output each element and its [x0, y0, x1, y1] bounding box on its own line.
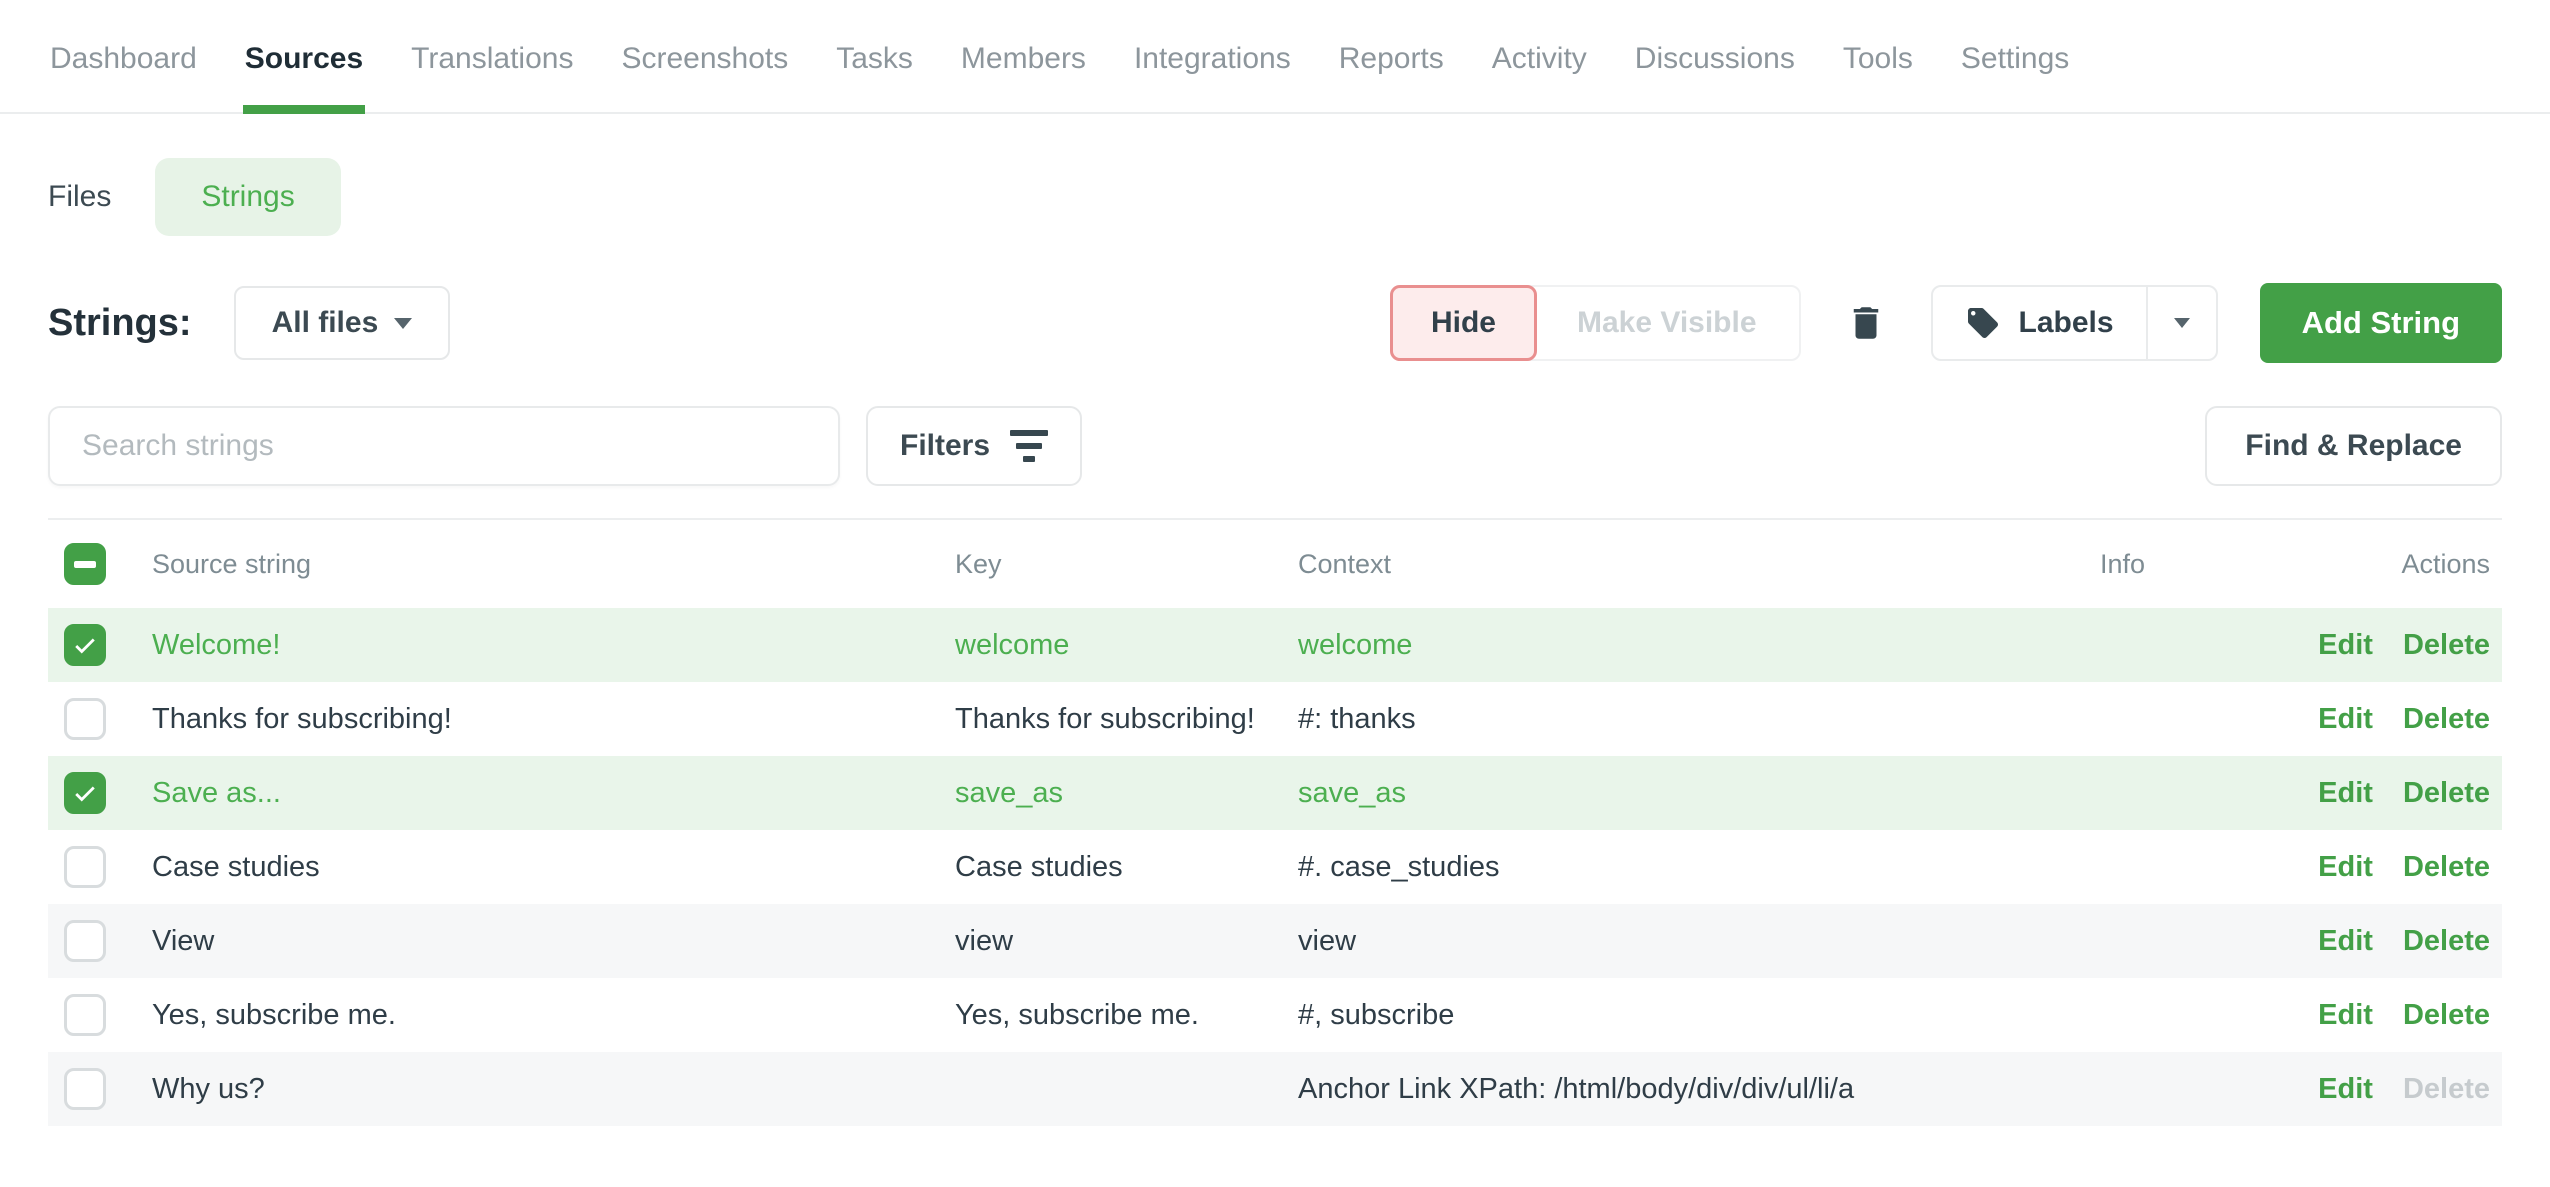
row-checkbox[interactable]	[64, 846, 106, 888]
delete-link[interactable]: Delete	[2403, 777, 2490, 810]
edit-link[interactable]: Edit	[2318, 777, 2373, 810]
edit-link[interactable]: Edit	[2318, 629, 2373, 662]
edit-link[interactable]: Edit	[2318, 1073, 2373, 1106]
caret-down-icon	[394, 318, 412, 329]
project-nav: Dashboard Sources Translations Screensho…	[0, 0, 2550, 114]
filters-button[interactable]: Filters	[866, 406, 1082, 486]
tab-strings[interactable]: Strings	[155, 158, 340, 236]
source-string-cell: Thanks for subscribing!	[152, 703, 955, 736]
strings-toolbar: Strings: All files Hide Make Visible Lab…	[48, 284, 2502, 362]
context-cell: Anchor Link XPath: /html/body/div/div/ul…	[1298, 1073, 2100, 1106]
search-row: Filters Find & Replace	[48, 406, 2502, 486]
key-cell: view	[955, 925, 1298, 958]
filters-button-label: Filters	[900, 429, 990, 463]
column-header-actions: Actions	[2250, 549, 2502, 580]
table-header-row: Source string Key Context Info Actions	[48, 520, 2502, 608]
nav-item-tools[interactable]: Tools	[1841, 0, 1915, 112]
delete-link[interactable]: Delete	[2403, 703, 2490, 736]
nav-item-settings[interactable]: Settings	[1959, 0, 2071, 112]
nav-item-reports[interactable]: Reports	[1337, 0, 1446, 112]
add-string-button[interactable]: Add String	[2260, 283, 2502, 363]
column-header-info: Info	[2100, 549, 2250, 580]
row-checkbox[interactable]	[64, 1068, 106, 1110]
source-string-cell: View	[152, 925, 955, 958]
nav-item-sources[interactable]: Sources	[243, 0, 365, 114]
source-string-cell: Save as...	[152, 777, 955, 810]
page-title: Strings:	[48, 302, 192, 345]
delete-link[interactable]: Delete	[2403, 629, 2490, 662]
edit-link[interactable]: Edit	[2318, 925, 2373, 958]
column-header-context: Context	[1298, 549, 2100, 580]
nav-item-translations[interactable]: Translations	[409, 0, 575, 112]
checkmark-icon	[72, 632, 98, 658]
hide-button[interactable]: Hide	[1390, 285, 1537, 361]
delete-selected-button[interactable]	[1845, 300, 1887, 346]
source-string-cell: Yes, subscribe me.	[152, 999, 955, 1032]
nav-item-discussions[interactable]: Discussions	[1633, 0, 1797, 112]
source-string-cell: Welcome!	[152, 629, 955, 662]
tag-icon	[1965, 305, 2001, 341]
caret-down-icon	[2174, 318, 2190, 328]
source-string-cell: Why us?	[152, 1073, 955, 1106]
nav-item-integrations[interactable]: Integrations	[1132, 0, 1293, 112]
tab-files[interactable]: Files	[48, 180, 111, 214]
source-string-cell: Case studies	[152, 851, 955, 884]
key-cell: Yes, subscribe me.	[955, 999, 1298, 1032]
key-cell: save_as	[955, 777, 1298, 810]
labels-button-label: Labels	[2019, 306, 2114, 340]
labels-button[interactable]: Labels	[1933, 287, 2146, 359]
labels-split-button: Labels	[1931, 285, 2218, 361]
labels-dropdown-toggle[interactable]	[2146, 287, 2216, 359]
visibility-button-group: Hide Make Visible	[1390, 285, 1801, 361]
find-replace-button[interactable]: Find & Replace	[2205, 406, 2502, 486]
row-checkbox[interactable]	[64, 624, 106, 666]
row-checkbox[interactable]	[64, 698, 106, 740]
context-cell: view	[1298, 925, 2100, 958]
key-cell: Case studies	[955, 851, 1298, 884]
table-row: Welcome! welcome welcome Edit Delete	[48, 608, 2502, 682]
row-checkbox[interactable]	[64, 772, 106, 814]
nav-item-members[interactable]: Members	[959, 0, 1088, 112]
column-header-source: Source string	[152, 549, 955, 580]
nav-item-screenshots[interactable]: Screenshots	[619, 0, 790, 112]
nav-item-dashboard[interactable]: Dashboard	[48, 0, 199, 112]
trash-icon	[1845, 300, 1887, 346]
column-header-key: Key	[955, 549, 1298, 580]
context-cell: #, subscribe	[1298, 999, 2100, 1032]
checkmark-icon	[72, 780, 98, 806]
delete-link[interactable]: Delete	[2403, 851, 2490, 884]
edit-link[interactable]: Edit	[2318, 851, 2373, 884]
table-row: Thanks for subscribing! Thanks for subsc…	[48, 682, 2502, 756]
context-cell: save_as	[1298, 777, 2100, 810]
table-row: Case studies Case studies #. case_studie…	[48, 830, 2502, 904]
table-row: View view view Edit Delete	[48, 904, 2502, 978]
indeterminate-minus-icon	[74, 561, 96, 568]
make-visible-button[interactable]: Make Visible	[1535, 287, 1799, 359]
context-cell: welcome	[1298, 629, 2100, 662]
delete-link[interactable]: Delete	[2403, 925, 2490, 958]
table-row: Why us? Anchor Link XPath: /html/body/di…	[48, 1052, 2502, 1126]
strings-table: Source string Key Context Info Actions W…	[48, 520, 2502, 1126]
context-cell: #: thanks	[1298, 703, 2100, 736]
source-subtabs: Files Strings	[48, 158, 2502, 236]
select-all-checkbox[interactable]	[64, 543, 106, 585]
nav-item-tasks[interactable]: Tasks	[834, 0, 915, 112]
table-row: Save as... save_as save_as Edit Delete	[48, 756, 2502, 830]
context-cell: #. case_studies	[1298, 851, 2100, 884]
key-cell: welcome	[955, 629, 1298, 662]
search-input[interactable]	[48, 406, 840, 486]
nav-item-activity[interactable]: Activity	[1490, 0, 1589, 112]
file-filter-label: All files	[272, 306, 379, 340]
file-filter-dropdown[interactable]: All files	[234, 286, 451, 360]
key-cell: Thanks for subscribing!	[955, 703, 1298, 736]
filter-icon	[1010, 430, 1048, 462]
row-checkbox[interactable]	[64, 920, 106, 962]
row-checkbox[interactable]	[64, 994, 106, 1036]
delete-link: Delete	[2403, 1073, 2490, 1106]
table-row: Yes, subscribe me. Yes, subscribe me. #,…	[48, 978, 2502, 1052]
delete-link[interactable]: Delete	[2403, 999, 2490, 1032]
edit-link[interactable]: Edit	[2318, 703, 2373, 736]
edit-link[interactable]: Edit	[2318, 999, 2373, 1032]
